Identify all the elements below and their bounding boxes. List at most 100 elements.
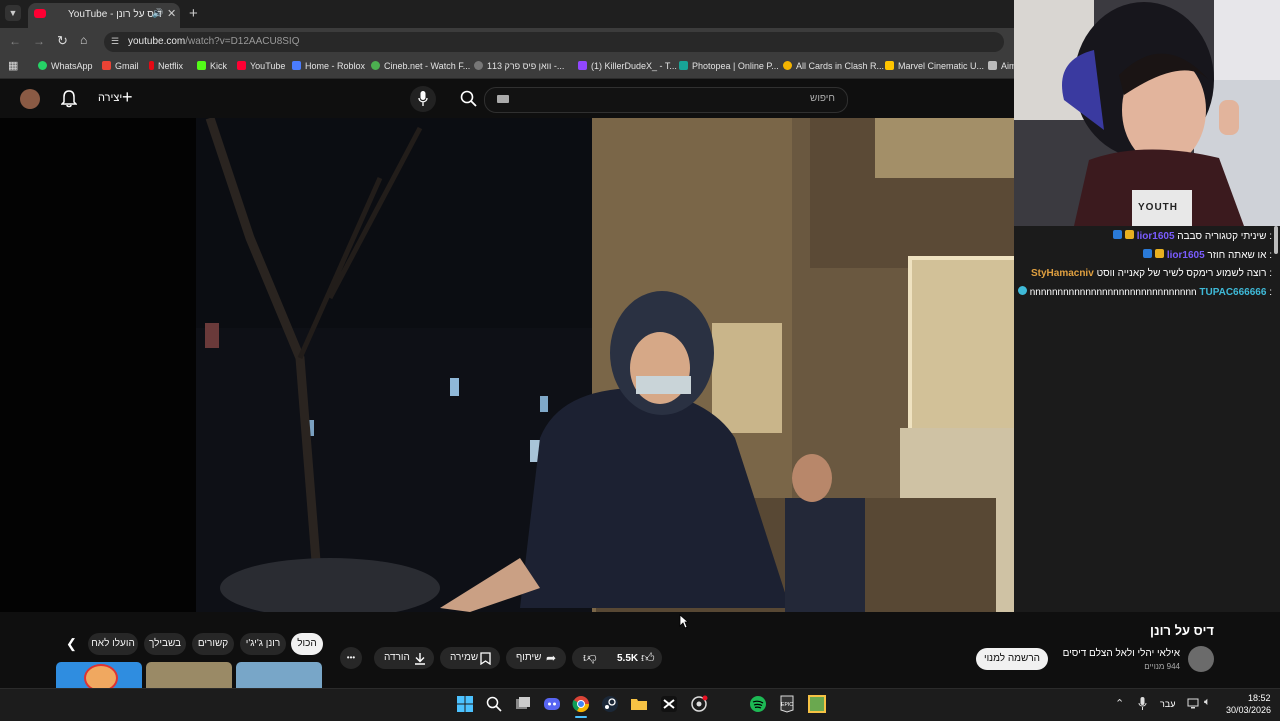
apps-grid-icon[interactable]: ▦ bbox=[8, 59, 18, 72]
share-button[interactable]: שיתוף ➦ bbox=[506, 647, 566, 669]
avatar[interactable] bbox=[20, 89, 40, 109]
download-button[interactable]: הורדה bbox=[374, 647, 434, 669]
bell-icon[interactable] bbox=[61, 90, 77, 108]
gmail-icon bbox=[102, 61, 111, 70]
clock-time[interactable]: 18:52 bbox=[1248, 693, 1271, 703]
epic-games-icon[interactable]: EPIC bbox=[778, 695, 796, 713]
chip-for-you[interactable]: בשבילך bbox=[144, 633, 186, 655]
chrome-icon[interactable] bbox=[572, 695, 590, 713]
search-icon[interactable] bbox=[460, 90, 477, 107]
channel-avatar[interactable] bbox=[1188, 646, 1214, 672]
tab-strip: ▼ YouTube - דיס על רונן 🔊 ✕ + bbox=[0, 0, 1014, 28]
bookmark-netflix[interactable]: Netflix bbox=[149, 61, 183, 71]
chat-username: StyHamacniv bbox=[1030, 268, 1094, 279]
bookmark-cineb[interactable]: Cineb.net - Watch F... bbox=[371, 61, 470, 71]
back-icon[interactable]: ← bbox=[9, 34, 21, 48]
recommended-thumbnail[interactable] bbox=[146, 662, 232, 688]
cineb-icon bbox=[371, 61, 380, 70]
video-player[interactable] bbox=[0, 118, 1014, 612]
site-info-icon[interactable]: ☰ bbox=[111, 36, 119, 47]
browser-tab-active[interactable]: YouTube - דיס על רונן 🔊 ✕ bbox=[28, 3, 180, 28]
windows-start-icon[interactable] bbox=[456, 695, 474, 713]
keyboard-icon[interactable] bbox=[497, 95, 509, 103]
like-count[interactable]: 5.5K bbox=[617, 653, 638, 664]
download-label: הורדה bbox=[384, 652, 410, 663]
task-view-icon[interactable] bbox=[514, 695, 532, 713]
subscribe-button[interactable]: הרשמה למנוי bbox=[976, 648, 1048, 670]
forward-icon[interactable]: → bbox=[33, 34, 45, 48]
url-text[interactable]: youtube.com/watch?v=D12AACU8SIQ bbox=[128, 36, 299, 47]
chat-message: : nnnnnnnnnnnnnnnnnnnnnnnnnnnnnn TUPAC66… bbox=[1017, 286, 1272, 298]
like-icon[interactable]: 👍︎ bbox=[641, 650, 655, 666]
bulb-icon bbox=[783, 61, 792, 70]
game-launcher-icon[interactable] bbox=[808, 695, 826, 713]
create-button[interactable]: יצירה + bbox=[94, 87, 138, 109]
streamer-camera bbox=[1014, 0, 1280, 226]
audio-playing-icon[interactable]: 🔊 bbox=[152, 8, 163, 19]
plus-icon: + bbox=[122, 87, 133, 107]
download-icon bbox=[415, 653, 425, 665]
aim-icon bbox=[988, 61, 997, 70]
home-icon[interactable]: ⌂ bbox=[80, 33, 87, 47]
chevron-left-icon[interactable]: ❮ bbox=[66, 636, 77, 652]
share-label: שיתוף bbox=[516, 652, 542, 663]
webcam-overlay: YOUTH bbox=[1014, 0, 1280, 226]
tab-list-dropdown[interactable]: ▼ bbox=[5, 5, 21, 21]
spotify-icon[interactable] bbox=[749, 695, 767, 713]
bookmark-gmail[interactable]: Gmail bbox=[102, 61, 139, 71]
capcut-icon[interactable] bbox=[660, 695, 678, 713]
bookmark-twitch[interactable]: (1) KillerDudeX_ - T... bbox=[578, 61, 677, 71]
bookmark-one-piece[interactable]: וואן פיס פרק 113 -... bbox=[474, 61, 564, 71]
bookmark-aim[interactable]: Aim bbox=[988, 61, 1017, 71]
chip-all[interactable]: הכול bbox=[291, 633, 323, 655]
show-desktop-button[interactable] bbox=[1274, 692, 1278, 716]
close-tab-icon[interactable]: ✕ bbox=[167, 7, 176, 20]
discord-icon[interactable] bbox=[543, 695, 561, 713]
show-hidden-icons-icon[interactable]: ⌃ bbox=[1115, 697, 1124, 710]
verified-badge-icon bbox=[1113, 230, 1123, 239]
bookmark-clash-royale[interactable]: All Cards in Clash R... bbox=[783, 61, 884, 71]
crown-badge-icon bbox=[1124, 230, 1134, 239]
bookmark-photopea[interactable]: Photopea | Online P... bbox=[679, 61, 779, 71]
network-icon[interactable] bbox=[1187, 697, 1199, 709]
share-icon: ➦ bbox=[546, 651, 557, 665]
youtube-favicon-icon bbox=[34, 9, 46, 18]
bookmark-kick[interactable]: Kick bbox=[197, 61, 227, 71]
chip-related[interactable]: קשורים bbox=[192, 633, 234, 655]
url-host: youtube.com bbox=[128, 36, 186, 47]
tray-microphone-icon[interactable] bbox=[1138, 697, 1147, 710]
bookmark-youtube[interactable]: YouTube bbox=[237, 61, 285, 71]
subscriber-count: 944 מנויים bbox=[1144, 662, 1180, 671]
channel-name[interactable]: אילאי יהלי ולאל הצלם דיסים bbox=[1063, 648, 1180, 659]
taskbar-search-icon[interactable] bbox=[485, 695, 503, 713]
thumbnail-art bbox=[84, 664, 118, 688]
recommended-thumbnail[interactable] bbox=[236, 662, 322, 688]
search-input[interactable]: חיפוש bbox=[484, 87, 848, 113]
chat-username: lior1605 bbox=[1136, 231, 1175, 242]
chat-message: : או שאתה חוזר lior1605 bbox=[1143, 249, 1272, 261]
chip-recently-uploaded[interactable]: הועלו לאח bbox=[88, 633, 138, 655]
steam-icon[interactable] bbox=[601, 695, 619, 713]
recommended-thumbnail[interactable] bbox=[56, 662, 142, 688]
obs-icon[interactable] bbox=[690, 695, 708, 713]
bookmark-roblox[interactable]: Home - Roblox bbox=[292, 61, 365, 71]
new-tab-button[interactable]: + bbox=[189, 5, 198, 22]
save-button[interactable]: שמירה bbox=[440, 647, 500, 669]
bookmark-whatsapp[interactable]: WhatsApp bbox=[38, 61, 93, 71]
chat-scrollbar[interactable] bbox=[1274, 226, 1278, 254]
globe-icon bbox=[474, 61, 483, 70]
chip-ronen[interactable]: רונן ג'יג'י bbox=[240, 633, 286, 655]
reload-icon[interactable]: ↻ bbox=[57, 33, 68, 49]
file-explorer-icon[interactable] bbox=[630, 695, 648, 713]
volume-icon[interactable]: 🔈︎ bbox=[1204, 696, 1211, 709]
video-frame bbox=[0, 118, 1014, 612]
twitch-icon bbox=[578, 61, 587, 70]
language-indicator[interactable]: עבר bbox=[1160, 699, 1175, 709]
voice-search-button[interactable] bbox=[410, 86, 436, 112]
clock-date[interactable]: 30/03/2026 bbox=[1226, 705, 1271, 715]
more-actions-button[interactable]: ••• bbox=[340, 647, 362, 669]
dislike-icon[interactable]: 👍︎ bbox=[583, 650, 597, 666]
bookmark-marvel[interactable]: Marvel Cinematic U... bbox=[885, 61, 984, 71]
video-title: דיס על רונן bbox=[1150, 623, 1214, 638]
roblox-icon bbox=[292, 61, 301, 70]
